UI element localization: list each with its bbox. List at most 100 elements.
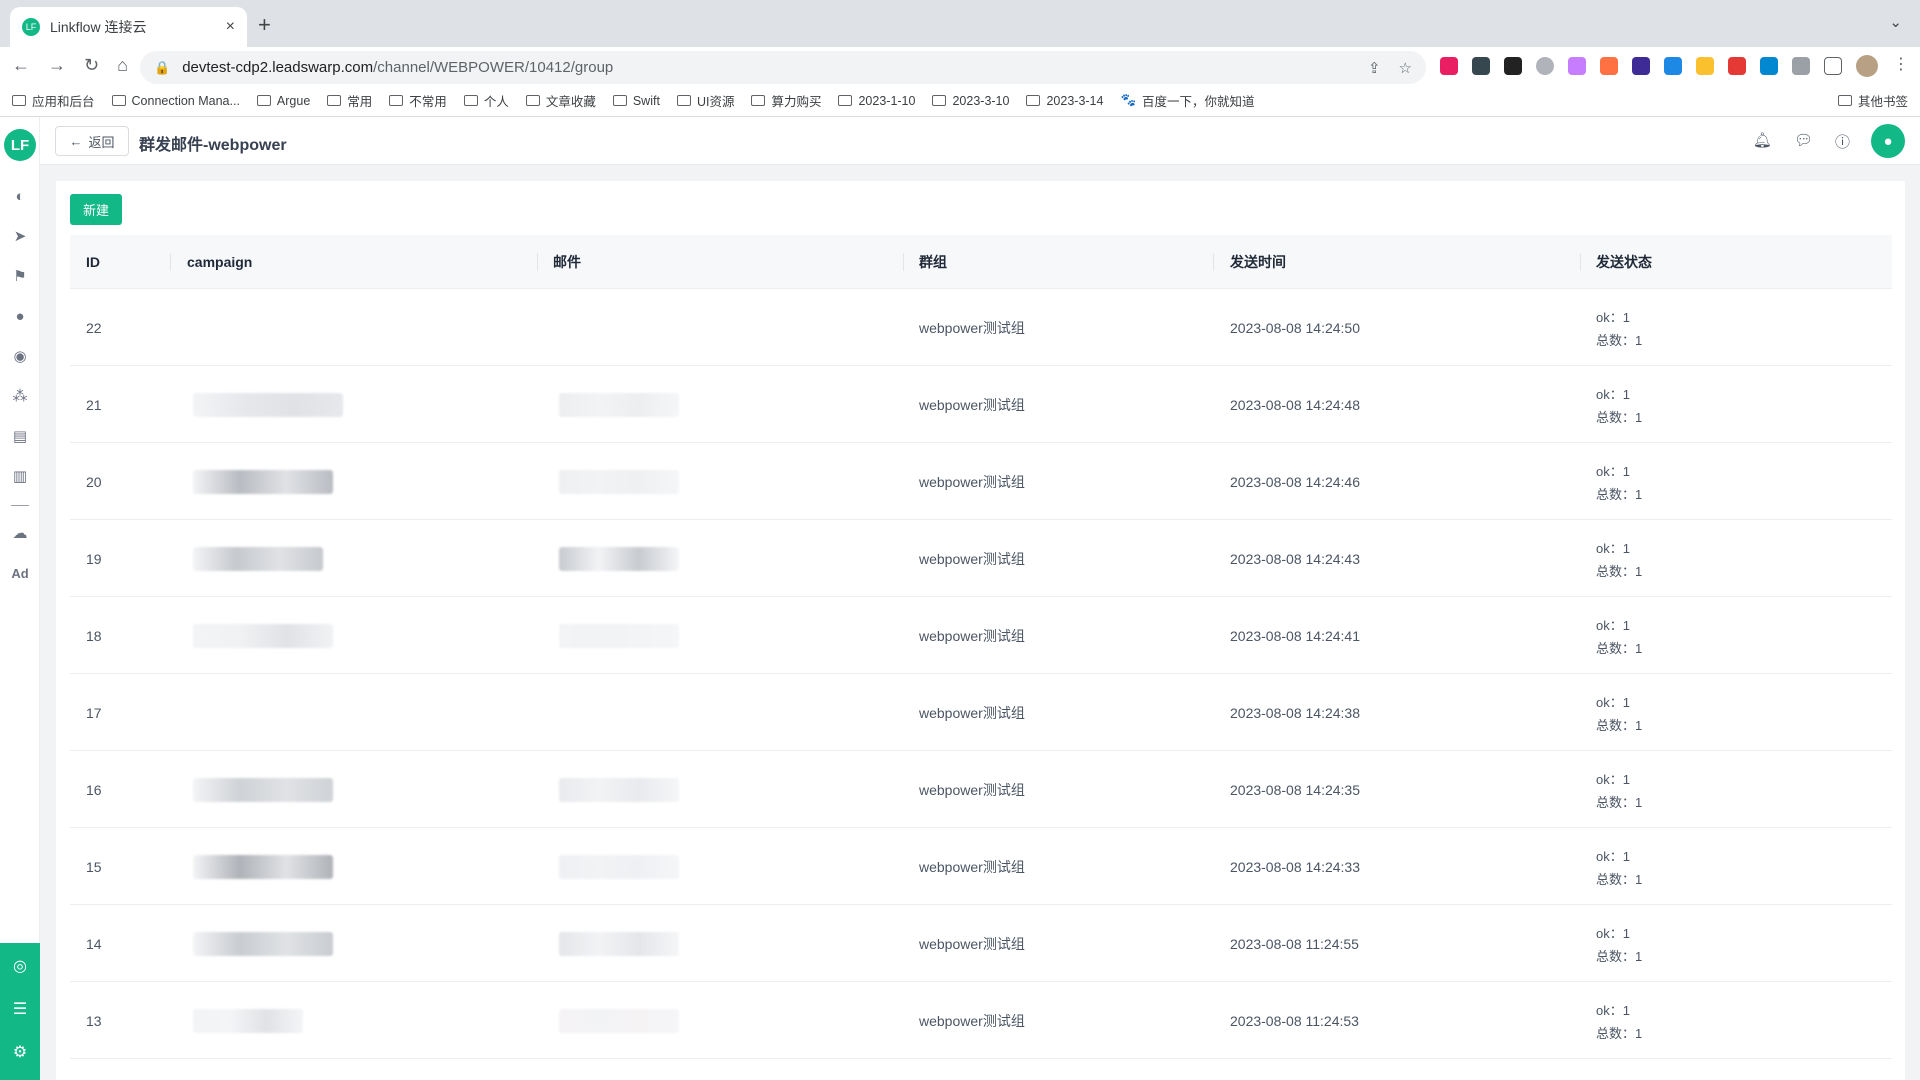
column-divider xyxy=(170,253,171,271)
bookmark-folder[interactable]: 2023-3-14 xyxy=(1026,91,1103,110)
help-icon[interactable]: ⓘ xyxy=(1835,131,1850,152)
toolbox-extension-icon[interactable] xyxy=(1504,57,1522,75)
back-arrow-icon[interactable]: ← xyxy=(12,55,30,76)
back-button[interactable]: ← 返回 xyxy=(55,126,129,156)
forward-arrow-icon[interactable]: → xyxy=(48,55,66,76)
cell-email xyxy=(553,674,893,751)
cell-group: webpower测试组 xyxy=(919,935,1025,952)
puzzle-extensions-icon[interactable] xyxy=(1792,57,1810,75)
data-icon[interactable]: ☰ xyxy=(0,989,40,1029)
folder-icon xyxy=(111,95,126,106)
bell-icon[interactable]: 🔔︎ xyxy=(1753,131,1772,152)
bookmark-folder[interactable]: UI资源 xyxy=(676,91,734,110)
bookmark-folder[interactable]: Argue xyxy=(256,91,310,110)
bookmark-folder[interactable]: 算力购买 xyxy=(751,91,821,110)
wechat-icon[interactable]: ☁ xyxy=(0,519,40,547)
table-row[interactable]: 17 webpower测试组 2023-08-08 14:24:38 ok：1 总数：1 xyxy=(70,674,1892,751)
cell-campaign xyxy=(187,289,527,366)
bookmark-folder[interactable]: Swift xyxy=(612,91,660,110)
vue-devtools-extension-icon[interactable] xyxy=(1632,57,1650,75)
cell-id: 13 xyxy=(86,1012,102,1029)
bookmark-folder[interactable]: 文章收藏 xyxy=(525,91,596,110)
table-row[interactable]: 21 webpower测试组 2023-08-08 14:24:48 ok：1 总数：1 xyxy=(70,366,1892,443)
redacted-email xyxy=(559,932,679,956)
status-total: 总数：1 xyxy=(1596,717,1643,733)
cell-send-time: 2023-08-08 14:24:50 xyxy=(1230,319,1360,336)
side-panel-icon[interactable] xyxy=(1824,57,1842,75)
address-bar[interactable]: 🔒 devtest-cdp2.leadswarp.com/channel/WEB… xyxy=(140,51,1426,84)
dashboard-icon[interactable]: ◐ xyxy=(0,182,40,210)
rocket-extension-icon[interactable] xyxy=(1600,57,1618,75)
new-tab-icon[interactable]: + xyxy=(258,12,271,38)
table-row[interactable]: 22 webpower测试组 2023-08-08 14:24:50 ok：1 总数：1 xyxy=(70,289,1892,366)
reload-icon[interactable]: ↻ xyxy=(84,55,99,76)
tab-search-chevron-icon[interactable]: ⌄ xyxy=(1889,13,1902,31)
lock-icon[interactable]: 🔒 xyxy=(154,60,170,76)
redacted-email xyxy=(559,393,679,417)
home-icon[interactable]: ⌂ xyxy=(117,55,128,76)
settings-gear-icon[interactable]: ⚙ xyxy=(0,1032,40,1072)
extensions-bar xyxy=(1440,57,1842,75)
tab-close-icon[interactable]: × xyxy=(226,18,235,36)
browser-menu-icon[interactable]: ⋮ xyxy=(1893,54,1909,74)
sync-extension-icon[interactable] xyxy=(1664,57,1682,75)
color-extension-icon[interactable] xyxy=(1568,57,1586,75)
send-list-table: ID campaign 邮件 群组 发送时间 发送状态 22 webpower测试… xyxy=(70,235,1892,1059)
ad-icon[interactable]: Ad xyxy=(0,559,40,587)
cell-id: 15 xyxy=(86,858,102,875)
message-icon[interactable]: 💬︎ xyxy=(1794,131,1813,152)
redacted-campaign xyxy=(193,932,333,956)
bookmark-folder[interactable]: Connection Mana... xyxy=(111,91,240,110)
folder-icon xyxy=(1837,95,1852,106)
note-extension-icon[interactable] xyxy=(1696,57,1714,75)
bookmark-folder[interactable]: 2023-3-10 xyxy=(932,91,1009,110)
bar-chart-icon[interactable]: ▥ xyxy=(0,462,40,490)
gear-extension-icon[interactable] xyxy=(1536,57,1554,75)
table-row[interactable]: 20 webpower测试组 2023-08-08 14:24:46 ok：1 总数：1 xyxy=(70,443,1892,520)
folder-icon xyxy=(327,95,342,106)
send-icon[interactable]: ➤ xyxy=(0,222,40,250)
url-text[interactable]: devtest-cdp2.leadswarp.com/channel/WEBPO… xyxy=(182,59,1368,76)
cell-send-time: 2023-08-08 11:24:53 xyxy=(1230,1012,1359,1029)
cell-group: webpower测试组 xyxy=(919,781,1025,798)
new-button[interactable]: 新建 xyxy=(70,194,122,225)
cell-send-time: 2023-08-08 14:24:33 xyxy=(1230,858,1360,875)
user-icon[interactable]: ● xyxy=(0,302,40,330)
cell-send-status: ok：1 总数：1 xyxy=(1596,828,1642,905)
linkflow-logo[interactable]: LF xyxy=(4,129,36,161)
page-title: 群发邮件-webpower xyxy=(139,137,287,154)
table-row[interactable]: 19 webpower测试组 2023-08-08 14:24:43 ok：1 总数：1 xyxy=(70,520,1892,597)
user-group-icon[interactable]: ◉ xyxy=(0,342,40,370)
bookmark-icon[interactable]: ▤ xyxy=(0,422,40,450)
flag-icon[interactable]: ⚑ xyxy=(0,262,40,290)
table-row[interactable]: 14 webpower测试组 2023-08-08 11:24:55 ok：1 总数：1 xyxy=(70,905,1892,982)
cell-group: webpower测试组 xyxy=(919,704,1025,721)
status-ok: ok：1 xyxy=(1596,925,1630,941)
channel-icon[interactable]: ◎ xyxy=(0,946,40,986)
redacted-email xyxy=(559,470,679,494)
status-ok: ok：1 xyxy=(1596,617,1630,633)
table-row[interactable]: 13 webpower测试组 2023-08-08 11:24:53 ok：1 总数：1 xyxy=(70,982,1892,1059)
profile-avatar[interactable] xyxy=(1856,55,1878,77)
bookmark-folder[interactable]: 2023-1-10 xyxy=(838,91,915,110)
screen-extension-icon[interactable] xyxy=(1728,57,1746,75)
bookmark-folder[interactable]: 个人 xyxy=(463,91,509,110)
bookmark-star-icon[interactable]: ☆ xyxy=(1399,59,1412,77)
translate-extension-icon[interactable] xyxy=(1440,57,1458,75)
bookmark-folder[interactable]: 应用和后台 xyxy=(12,91,95,110)
table-row[interactable]: 16 webpower测试组 2023-08-08 14:24:35 ok：1 总数：1 xyxy=(70,751,1892,828)
drop-extension-icon[interactable] xyxy=(1760,57,1778,75)
segments-icon[interactable]: ⁂ xyxy=(0,382,40,410)
other-bookmarks[interactable]: 其他书签 xyxy=(1837,91,1908,110)
spy-extension-icon[interactable] xyxy=(1472,57,1490,75)
share-icon[interactable]: ⇪ xyxy=(1368,59,1381,77)
user-avatar[interactable]: ● xyxy=(1871,124,1905,158)
bookmark-folder[interactable]: 不常用 xyxy=(389,91,447,110)
table-row[interactable]: 18 webpower测试组 2023-08-08 14:24:41 ok：1 总数：1 xyxy=(70,597,1892,674)
bookmark-folder[interactable]: 常用 xyxy=(327,91,372,110)
browser-tab[interactable]: LF Linkflow 连接云 × xyxy=(10,7,247,47)
table-row[interactable]: 15 webpower测试组 2023-08-08 14:24:33 ok：1 总数：1 xyxy=(70,828,1892,905)
cell-send-status: ok：1 总数：1 xyxy=(1596,751,1642,828)
sidebar-divider xyxy=(11,505,29,506)
bookmark-link[interactable]: 🐾 百度一下，你就知道 xyxy=(1120,91,1254,110)
